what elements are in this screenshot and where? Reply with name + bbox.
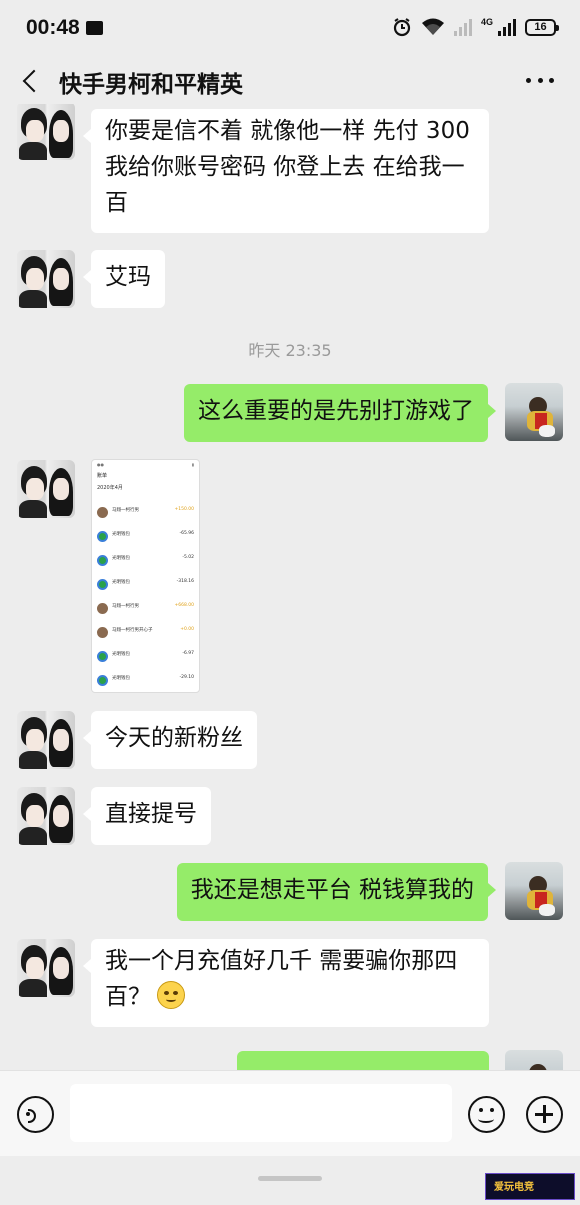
chat-messages: 你要是信不着 就像他一样 先付 300 我给你账号密码 你登上去 在给我一百 艾…	[0, 104, 580, 1070]
message-bubble[interactable]: 艾玛	[83, 250, 165, 308]
message-timestamp: 昨天 23:35	[248, 341, 332, 360]
image-bill-row: 光明钱包 -6.97	[92, 645, 199, 669]
chat-title: 快手男柯和平精英	[59, 72, 243, 98]
wifi-icon	[421, 18, 444, 35]
signal-icon-sim2	[498, 18, 516, 36]
contact-avatar[interactable]	[17, 787, 75, 845]
home-indicator[interactable]	[258, 1176, 322, 1181]
signal-icon-sim1	[453, 18, 472, 36]
more-options-button[interactable]	[526, 78, 554, 84]
emoji-icon[interactable]	[468, 1096, 505, 1133]
back-button[interactable]	[20, 67, 44, 95]
message-bubble-self[interactable]: 这么重要的是先别打游戏了	[184, 384, 496, 442]
message-bubble[interactable]: 直接提号	[83, 787, 211, 845]
contact-avatar[interactable]	[17, 711, 75, 769]
image-bill-row: 马翔一柯行男开心子 +0.00	[92, 621, 199, 645]
network-type: 4G	[480, 17, 493, 27]
status-icons: 4G 16	[392, 17, 559, 37]
plus-icon[interactable]	[526, 1096, 563, 1133]
voice-input-icon[interactable]	[17, 1096, 54, 1133]
image-bill-row: 光明钱包 -29.10	[92, 669, 199, 692]
contact-avatar[interactable]	[17, 104, 75, 160]
message-bubble-self-partial[interactable]	[237, 1051, 489, 1070]
status-bar: 00:48 4G 16	[0, 0, 580, 58]
contact-avatar[interactable]	[17, 460, 75, 518]
message-bubble[interactable]: 今天的新粉丝	[83, 711, 257, 769]
image-bill-row: 光明钱包 -318.16	[92, 573, 199, 597]
watermark-logo: 爱玩电竞	[485, 1173, 575, 1200]
image-bill-row: 光明钱包 -5.02	[92, 549, 199, 573]
self-avatar[interactable]	[505, 1050, 563, 1070]
message-bubble-self[interactable]: 我还是想走平台 税钱算我的	[176, 863, 497, 921]
chat-header: 快手男柯和平精英	[0, 58, 580, 104]
smile-emoji-icon	[157, 980, 185, 1009]
message-bubble[interactable]: 我一个月充值好几千 需要骗你那四百？	[83, 939, 489, 1027]
status-time: 00:48	[26, 16, 80, 39]
input-bar	[0, 1070, 580, 1156]
image-bill-row: 光明钱包 -65.96	[92, 525, 199, 549]
alarm-icon	[393, 18, 411, 37]
image-bill-month: 2020年4月	[97, 485, 123, 491]
battery-icon: 16	[525, 18, 559, 36]
self-avatar[interactable]	[505, 383, 563, 441]
notification-icon	[86, 21, 103, 35]
message-bubble[interactable]: 你要是信不着 就像他一样 先付 300 我给你账号密码 你登上去 在给我一百	[83, 109, 489, 233]
message-input[interactable]	[70, 1084, 452, 1142]
image-bill-row: 马翔一柯行男 +668.00	[92, 597, 199, 621]
contact-avatar[interactable]	[17, 250, 75, 308]
self-avatar[interactable]	[505, 862, 563, 920]
image-bill-title: 账单	[97, 473, 108, 479]
contact-avatar[interactable]	[17, 939, 75, 997]
image-message[interactable]: ●● ▮ 账单 2020年4月 马翔一柯行男 +150.00 光明钱包 -65.96 …	[91, 459, 200, 693]
image-bill-row: 马翔一柯行男 +150.00	[92, 501, 199, 525]
